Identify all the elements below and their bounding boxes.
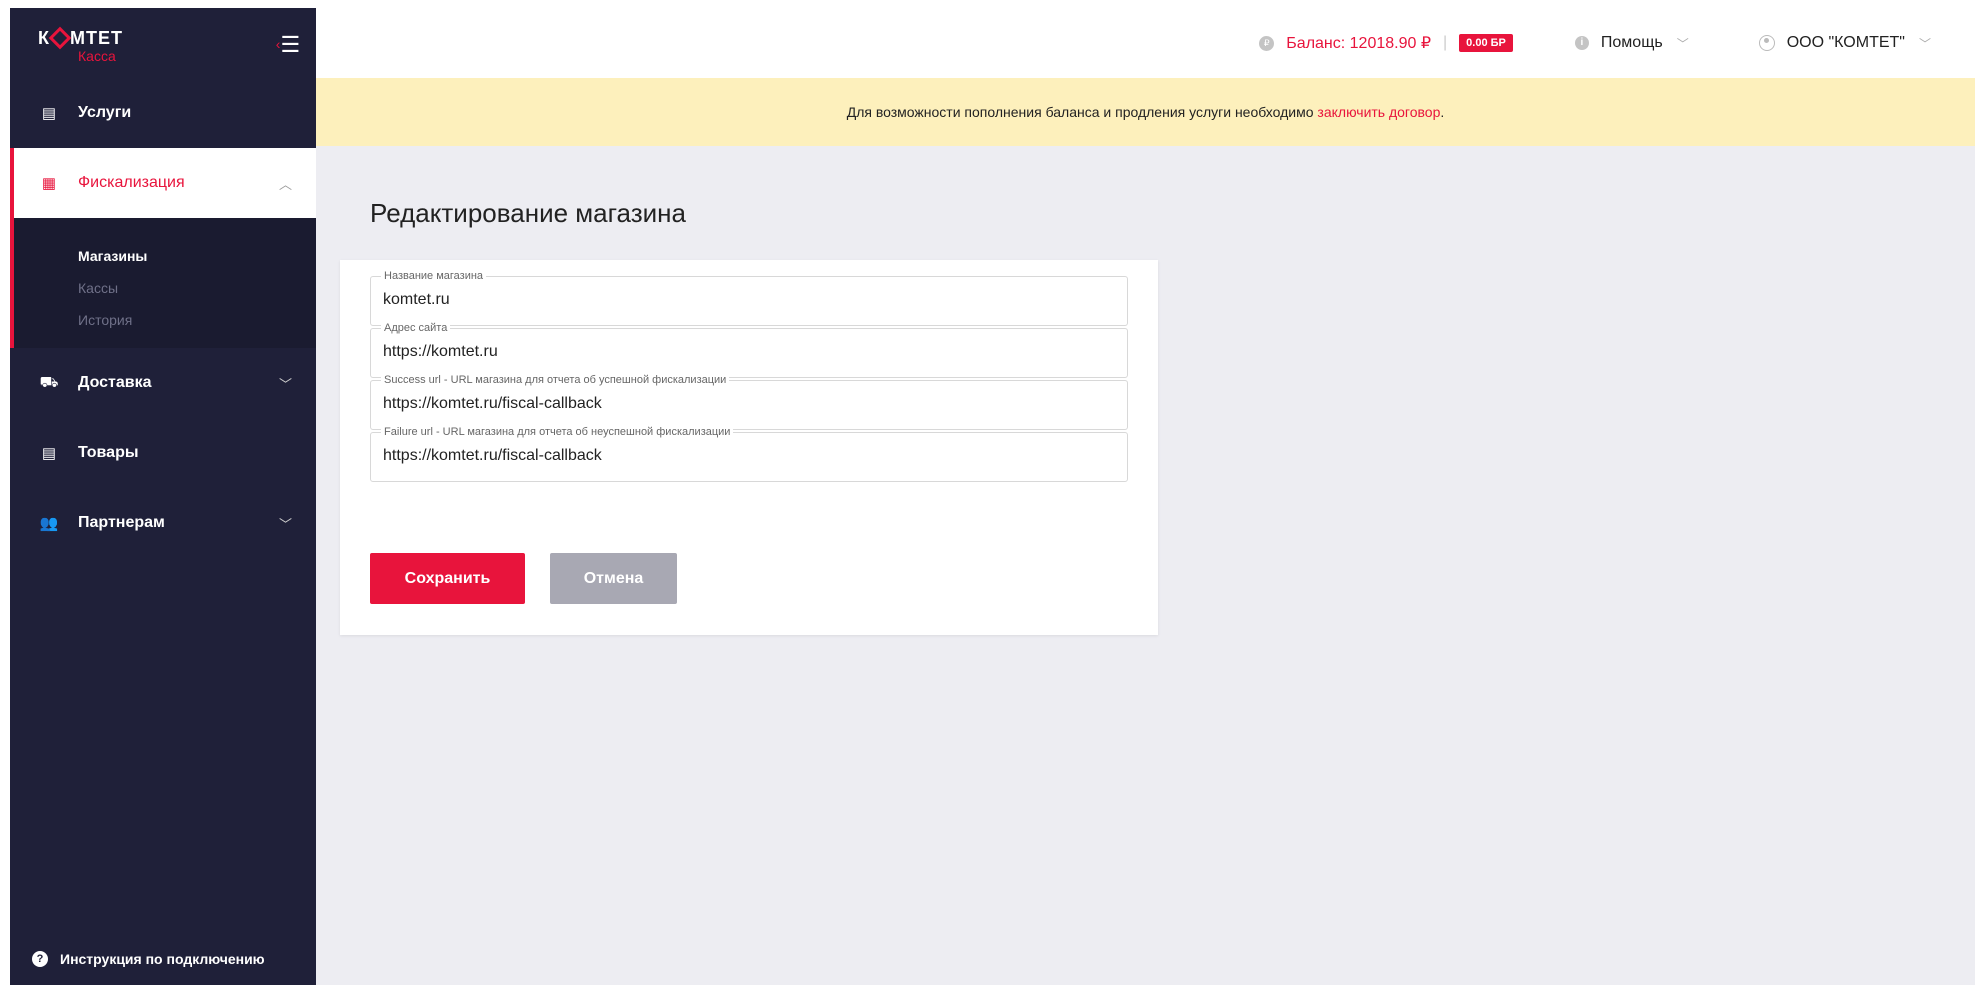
header-right: ₽ Баланс: 12018.90 ₽ | 0.00 БР i Помощь … — [1259, 8, 1931, 78]
failure-url-field: Failure url - URL магазина для отчета об… — [370, 426, 1128, 482]
sidebar-item-goods[interactable]: ▤ Товары — [10, 418, 316, 488]
menu-collapse-button[interactable]: ‹☰ — [274, 32, 302, 57]
shop-name-input[interactable] — [383, 291, 1113, 309]
users-icon: 👥 — [39, 515, 59, 532]
help-label: Помощь — [1600, 34, 1663, 51]
logo-diamond-icon — [48, 26, 72, 50]
account-label: ООО "КОМТЕТ" — [1786, 34, 1905, 51]
submenu-item-shops[interactable]: Магазины — [14, 240, 316, 272]
sidebar-item-label: Услуги — [78, 104, 132, 121]
save-button[interactable]: Сохранить — [370, 553, 525, 604]
notice-suffix: . — [1440, 104, 1445, 120]
info-icon: i — [1574, 36, 1589, 50]
logo-area: К МТЕТ Касса ‹☰ — [10, 8, 316, 78]
logo-sub: Касса — [78, 48, 116, 64]
list-icon: ▤ — [41, 445, 57, 462]
hamburger-icon: ☰ — [280, 32, 301, 57]
contract-notice: Для возможности пополнения баланса и про… — [316, 78, 1975, 146]
sidebar-item-fiscalization[interactable]: ▦ Фискализация ︿ — [10, 148, 316, 218]
calculator-icon: ▦ — [41, 175, 57, 192]
sidebar-item-partners[interactable]: 👥 Партнерам ﹀ — [10, 488, 316, 558]
divider: | — [1443, 34, 1448, 51]
sidebar-item-services[interactable]: ▤ Услуги — [10, 78, 316, 148]
sidebar-item-label: Доставка — [78, 374, 152, 391]
coin-icon: ₽ — [1259, 35, 1275, 51]
site-address-field: Адрес сайта — [370, 322, 1128, 378]
balance-label: Баланс: 12018.90 ₽ — [1286, 35, 1432, 52]
truck-icon: ⛟ — [39, 373, 59, 391]
edit-shop-form: Название магазина Адрес сайта Success ur… — [340, 260, 1158, 635]
success-url-field: Success url - URL магазина для отчета об… — [370, 374, 1128, 430]
user-icon — [1758, 35, 1775, 51]
logo[interactable]: К МТЕТ Касса — [38, 26, 158, 64]
sidebar-item-delivery[interactable]: ⛟ Доставка ﹀ — [10, 348, 316, 418]
field-label: Failure url - URL магазина для отчета об… — [381, 426, 734, 438]
success-url-input[interactable] — [383, 395, 1113, 413]
field-label: Название магазина — [381, 270, 487, 282]
shop-name-field: Название магазина — [370, 270, 1128, 326]
field-label: Success url - URL магазина для отчета об… — [381, 374, 730, 386]
field-label: Адрес сайта — [381, 322, 451, 334]
page-title: Редактирование магазина — [370, 198, 686, 228]
account-menu[interactable]: ООО "КОМТЕТ" ﹀ — [1758, 34, 1931, 52]
chevron-down-icon: ﹀ — [278, 517, 292, 532]
sign-contract-link[interactable]: заключить договор — [1317, 104, 1440, 120]
site-address-input[interactable] — [383, 343, 1113, 361]
top-header: ₽ Баланс: 12018.90 ₽ | 0.00 БР i Помощь … — [316, 8, 1975, 78]
logo-text: К МТЕТ — [38, 26, 123, 50]
sidebar-item-label: Партнерам — [78, 514, 165, 531]
question-icon: ? — [32, 951, 48, 967]
submenu-item-history[interactable]: История — [14, 304, 316, 336]
failure-url-input[interactable] — [383, 447, 1113, 465]
bonus-badge: 0.00 БР — [1459, 34, 1513, 52]
balance-link[interactable]: ₽ Баланс: 12018.90 ₽ | 0.00 БР — [1259, 33, 1513, 53]
submenu-fiscalization: Магазины Кассы История — [10, 218, 316, 348]
cancel-button[interactable]: Отмена — [550, 553, 677, 604]
sidebar-item-label: Товары — [78, 444, 139, 461]
connection-guide-label: Инструкция по подключению — [60, 951, 265, 967]
main-content: Редактирование магазина Название магазин… — [316, 146, 1975, 985]
chevron-down-icon: ﹀ — [1918, 36, 1931, 51]
logo-name: МТЕТ — [70, 28, 123, 48]
sidebar-item-label: Фискализация — [78, 174, 185, 191]
submenu-item-cashboxes[interactable]: Кассы — [14, 272, 316, 304]
help-menu[interactable]: i Помощь ﹀ — [1574, 34, 1689, 52]
chevron-up-icon: ︿ — [278, 177, 292, 192]
sidebar: К МТЕТ Касса ‹☰ ▤ Услуги ▦ Фискализация ︿… — [10, 8, 316, 985]
card-icon: ▤ — [41, 105, 57, 122]
chevron-down-icon: ﹀ — [278, 377, 292, 392]
chevron-down-icon: ﹀ — [1676, 36, 1689, 51]
connection-guide-link[interactable]: ? Инструкция по подключению — [32, 951, 265, 967]
notice-text: Для возможности пополнения баланса и про… — [846, 104, 1318, 120]
